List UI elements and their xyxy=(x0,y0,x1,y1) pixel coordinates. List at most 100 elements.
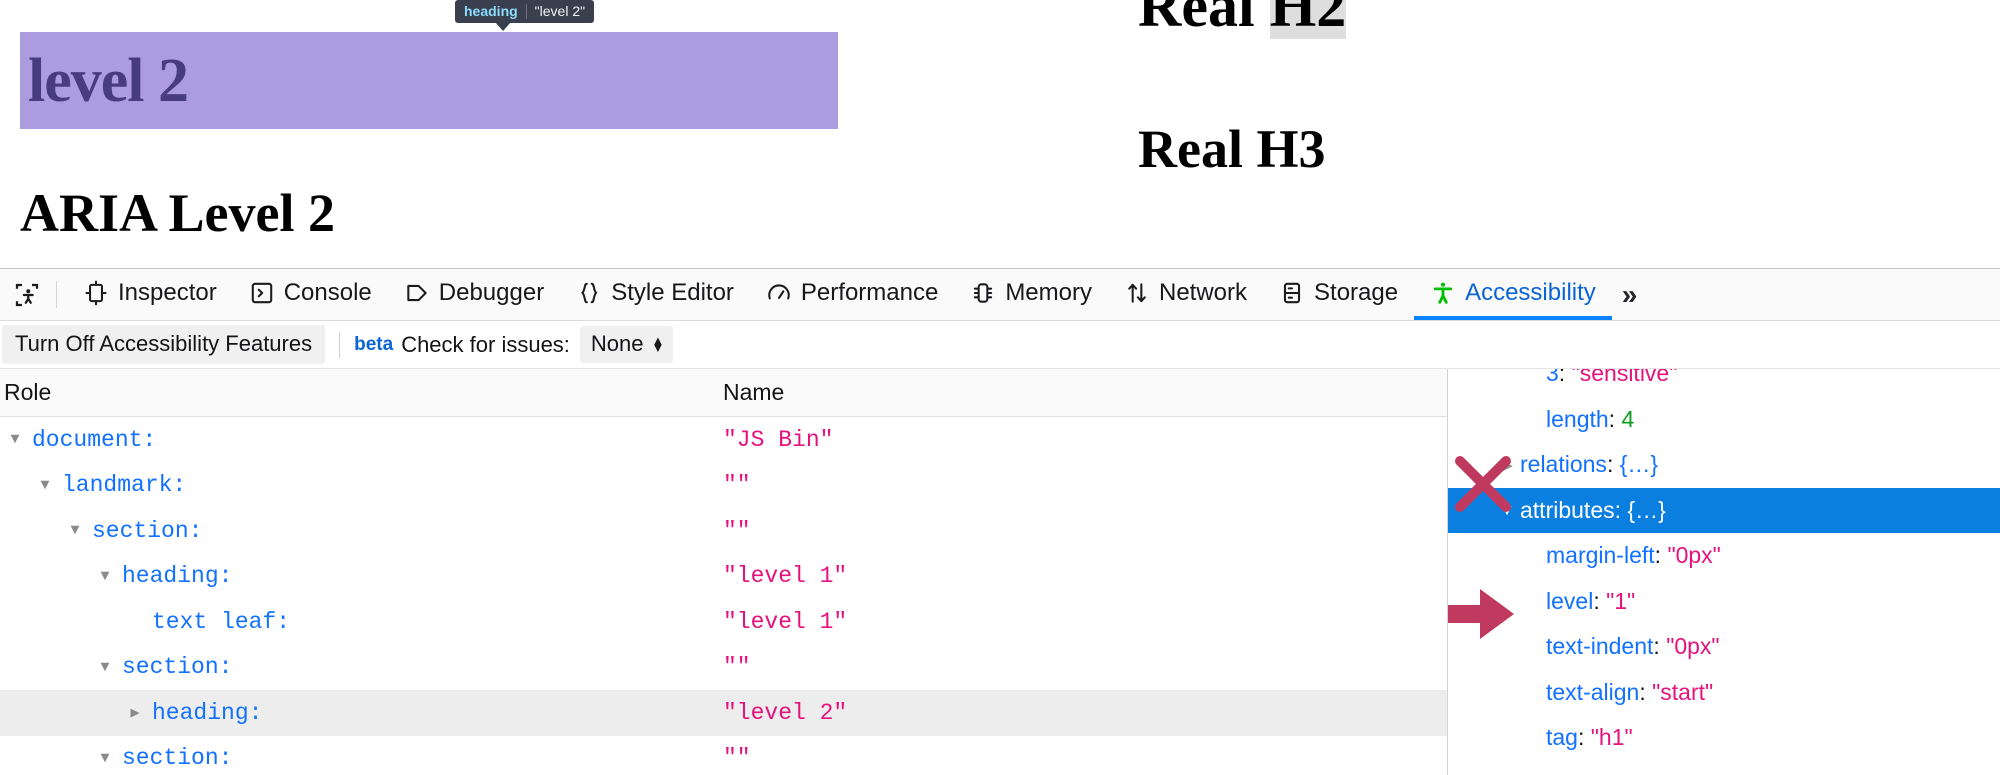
tab-debugger-label: Debugger xyxy=(438,278,545,306)
detail-colon: : xyxy=(1593,587,1607,614)
chevron-down-icon[interactable]: ▼ xyxy=(94,659,116,676)
detail-key: tag xyxy=(1546,724,1578,751)
tab-accessibility[interactable]: Accessibility xyxy=(1414,269,1612,320)
tree-row-role: heading: xyxy=(152,699,263,726)
tree-row-name: "level 2" xyxy=(723,699,848,726)
detail-row[interactable]: ▼ attributes: {…} xyxy=(1448,487,2000,533)
tree-row-role-cell: ▼ section: xyxy=(0,745,723,771)
chevron-down-icon[interactable]: ▼ xyxy=(4,431,26,448)
tree-row[interactable]: ▼ document: "JS Bin" xyxy=(0,417,1447,463)
tab-memory-label: Memory xyxy=(1005,278,1092,306)
detail-value: {…} xyxy=(1627,496,1666,523)
tab-performance-label: Performance xyxy=(800,278,939,306)
detail-colon: : xyxy=(1639,678,1653,705)
tree-header-row: Role Name xyxy=(0,369,1447,417)
column-header-role[interactable]: Role xyxy=(0,379,723,406)
accessibility-picker-icon[interactable] xyxy=(4,269,50,320)
tree-row[interactable]: ▼ section: "" xyxy=(0,508,1447,554)
tab-style-editor-label: Style Editor xyxy=(611,278,734,306)
highlighted-heading-text: level 2 xyxy=(28,46,189,115)
detail-row[interactable]: ▼text-indent: "0px" xyxy=(1448,624,2000,670)
tree-row-role-cell: ▼ landmark: xyxy=(0,472,723,498)
tab-network[interactable]: Network xyxy=(1108,269,1263,320)
tree-row-name: "level 1" xyxy=(723,608,848,635)
tree-row-role-cell: ▼text leaf: xyxy=(0,609,723,635)
detail-row[interactable]: ▼tag: "h1" xyxy=(1448,715,2000,761)
tab-storage[interactable]: Storage xyxy=(1263,269,1414,320)
tab-console-label: Console xyxy=(283,278,372,306)
turn-off-accessibility-button[interactable]: Turn Off Accessibility Features xyxy=(2,325,326,364)
tree-row-role: section: xyxy=(92,517,203,544)
memory-icon xyxy=(970,280,996,306)
tree-row[interactable]: ▼ landmark: "" xyxy=(0,463,1447,509)
tab-network-label: Network xyxy=(1158,278,1248,306)
detail-colon: : xyxy=(1558,369,1572,387)
accessibility-tree-body: ▼ document: "JS Bin" ▼ landmark: "" ▼ section: "… xyxy=(0,417,1447,775)
toolbar-divider xyxy=(339,331,341,358)
detail-colon: : xyxy=(1606,451,1620,478)
tab-console[interactable]: Console xyxy=(233,269,388,320)
accessibility-panes: Role Name ▼ document: "JS Bin" ▼ landmark: ""… xyxy=(0,369,2000,775)
detail-key: text-indent xyxy=(1546,633,1654,660)
tree-row[interactable]: ▼ heading: "level 1" xyxy=(0,554,1447,600)
detail-row[interactable]: ▼level: "1" xyxy=(1448,579,2000,625)
tree-row[interactable]: ▼ section: "" xyxy=(0,736,1447,775)
tab-style-editor[interactable]: Style Editor xyxy=(560,269,750,320)
tree-row-role: heading: xyxy=(122,563,233,590)
tab-inspector[interactable]: Inspector xyxy=(67,269,233,320)
tree-row-name: "" xyxy=(723,654,751,681)
accessibility-person-icon xyxy=(1430,280,1456,306)
tree-row-role-cell: ▼ document: xyxy=(0,427,723,453)
check-for-issues-select[interactable]: None ▲ ▼ xyxy=(579,326,674,363)
column-header-name[interactable]: Name xyxy=(723,379,1447,406)
chevron-right-icon[interactable]: ▶ xyxy=(1494,456,1520,474)
tree-row-name: "level 1" xyxy=(723,563,848,590)
detail-key: length xyxy=(1546,405,1609,432)
tree-row-name: "" xyxy=(723,745,751,772)
tree-row[interactable]: ▼text leaf:"level 1" xyxy=(0,599,1447,645)
chevron-double-right-icon[interactable]: » xyxy=(1612,269,1652,320)
accessibility-infobar-tooltip: heading "level 2" xyxy=(455,0,595,31)
details-rows: ▼3: "sensitive"▼length: 4▶relations: {…}… xyxy=(1448,369,2000,761)
detail-row[interactable]: ▼text-align: "start" xyxy=(1448,670,2000,716)
chevron-down-icon[interactable]: ▼ xyxy=(64,522,86,539)
tab-inspector-label: Inspector xyxy=(118,278,217,306)
check-for-issues-label: Check for issues: xyxy=(401,331,570,357)
detail-value: "start" xyxy=(1652,678,1714,705)
detail-key: level xyxy=(1546,587,1594,614)
tree-row-role: text leaf: xyxy=(152,608,291,635)
accessibility-details-sidebar: ▼3: "sensitive"▼length: 4▶relations: {…}… xyxy=(1448,369,2000,775)
tree-row[interactable]: ▼ section: "" xyxy=(0,645,1447,691)
detail-key: 3 xyxy=(1546,369,1559,387)
detail-value: 4 xyxy=(1621,405,1635,432)
detail-key: text-align xyxy=(1546,678,1640,705)
devtools-panel: Inspector Console Debugger Style Editor … xyxy=(0,268,2000,775)
browser-page-content: ARIA Level 2 level 2 heading "level 2" R… xyxy=(0,0,2000,268)
accessibility-toolbar: Turn Off Accessibility Features beta Che… xyxy=(0,321,2000,369)
detail-row[interactable]: ▶ relations: {…} xyxy=(1448,442,2000,488)
tab-memory[interactable]: Memory xyxy=(954,269,1108,320)
detail-row[interactable]: ▼3: "sensitive" xyxy=(1448,369,2000,397)
real-h2-heading: Real H2 xyxy=(1138,0,1347,41)
tree-row-role-cell: ▼ heading: xyxy=(0,563,723,589)
chevron-updown-icon: ▲ ▼ xyxy=(651,333,665,355)
tree-row[interactable]: ▶ heading: "level 2" xyxy=(0,690,1447,736)
chevron-down-icon[interactable]: ▼ xyxy=(94,750,116,767)
tree-row-name: "JS Bin" xyxy=(723,426,834,453)
tab-accessibility-label: Accessibility xyxy=(1465,278,1596,306)
real-h2-selected-text: H2 xyxy=(1269,0,1347,39)
chevron-right-icon[interactable]: ▶ xyxy=(124,703,146,722)
debugger-icon xyxy=(404,280,430,306)
check-for-issues-value: None xyxy=(590,331,644,356)
chevron-down-icon[interactable]: ▼ xyxy=(94,568,116,585)
tree-row-name: "" xyxy=(723,517,751,544)
chevron-down-icon[interactable]: ▼ xyxy=(34,477,56,494)
chevron-down-icon[interactable]: ▼ xyxy=(1494,502,1520,519)
detail-row[interactable]: ▼margin-left: "0px" xyxy=(1448,533,2000,579)
infobar-divider xyxy=(525,3,527,19)
tab-debugger[interactable]: Debugger xyxy=(388,269,560,320)
tab-performance[interactable]: Performance xyxy=(750,269,954,320)
detail-row[interactable]: ▼length: 4 xyxy=(1448,397,2000,443)
performance-icon xyxy=(766,280,792,306)
detail-value: "1" xyxy=(1606,587,1636,614)
